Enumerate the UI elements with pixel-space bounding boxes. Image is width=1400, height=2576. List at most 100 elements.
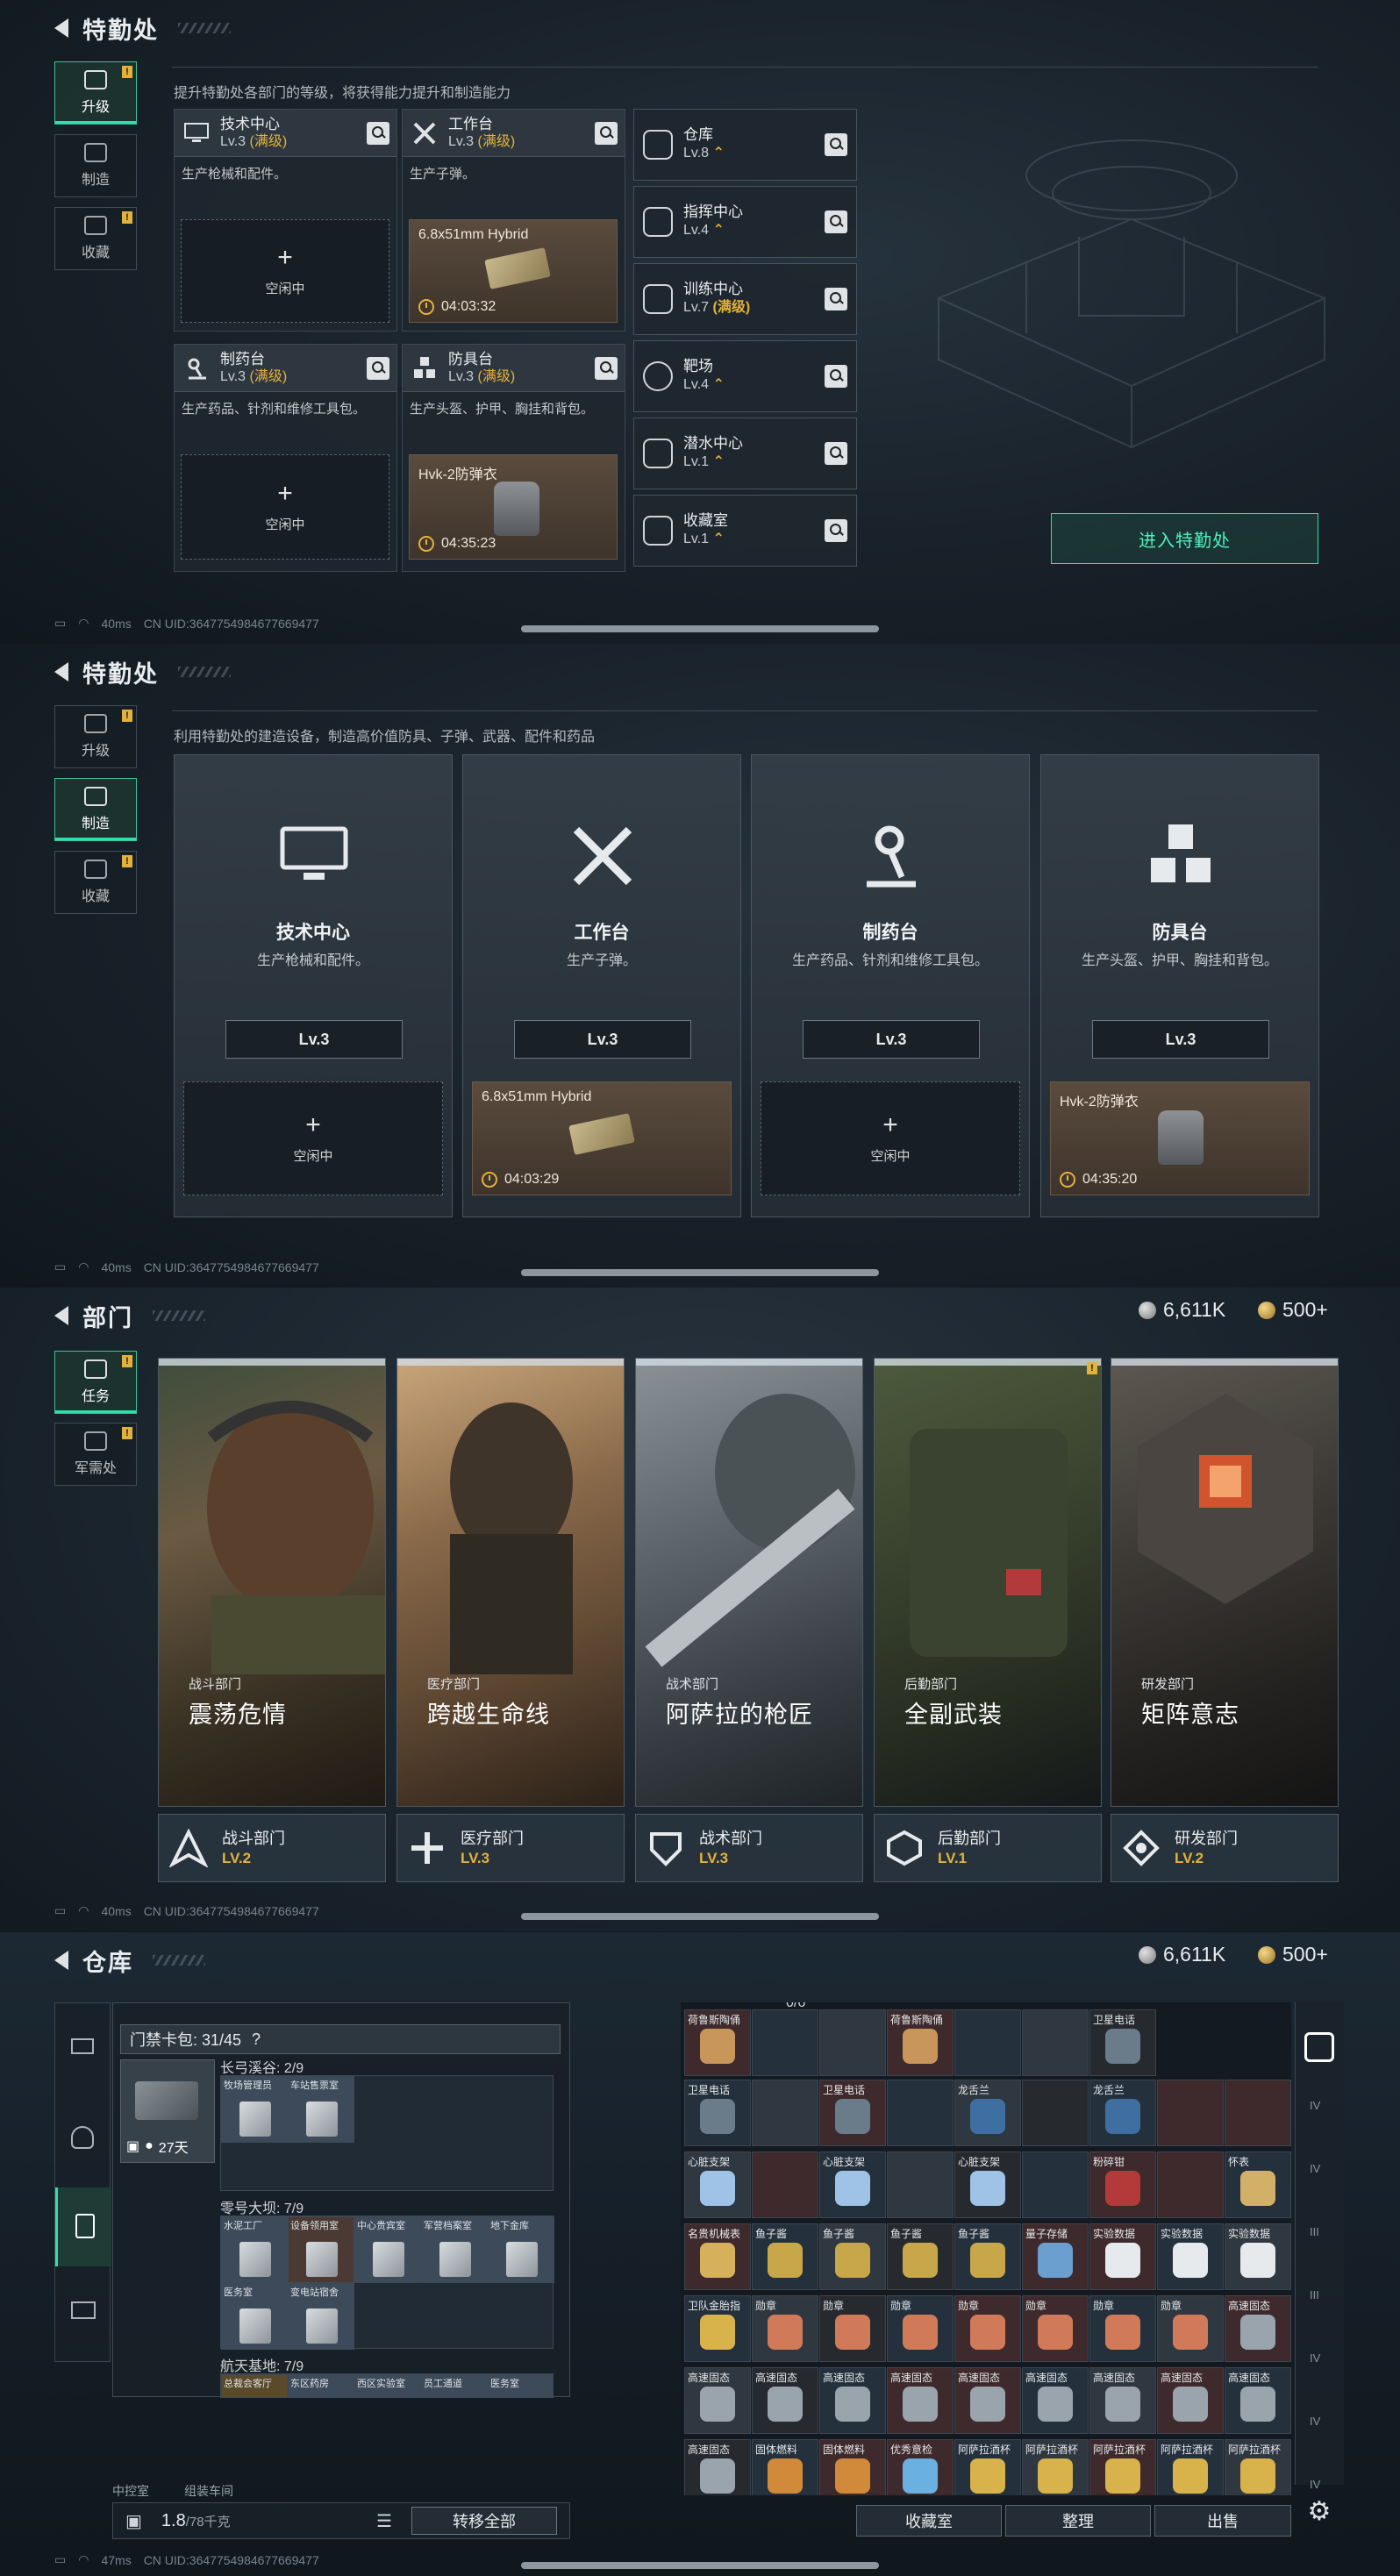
grid-item[interactable]: 鱼子酱 bbox=[954, 2223, 1021, 2290]
grid-item[interactable]: 固体燃料 bbox=[752, 2439, 818, 2495]
room-card-warehouse[interactable]: 仓库 Lv.8 ⌃ bbox=[633, 109, 857, 181]
grid-item[interactable]: 鱼子酱 bbox=[819, 2223, 886, 2290]
room-card-diving[interactable]: 潜水中心 Lv.1 ⌃ bbox=[633, 417, 857, 489]
grid-item[interactable]: 勋章 bbox=[1022, 2295, 1089, 2362]
idle-slot[interactable]: + 空闲中 bbox=[181, 454, 389, 560]
production-slot[interactable]: 6.8x51mm Hybrid 04:03:29 bbox=[472, 1081, 732, 1195]
keycard-slot[interactable]: 地下金库 bbox=[488, 2216, 554, 2283]
search-icon[interactable] bbox=[825, 211, 847, 233]
grid-item[interactable]: 实验数据 bbox=[1157, 2223, 1224, 2290]
grid-item[interactable]: 高速固态 bbox=[954, 2367, 1021, 2434]
help-icon[interactable]: ? bbox=[252, 2030, 261, 2049]
dept-footer-combat[interactable]: 战斗部门 LV.2 bbox=[158, 1814, 386, 1882]
keycard-slot[interactable]: 军营档案室 bbox=[421, 2216, 488, 2283]
grid-item[interactable]: 卫星电话 bbox=[819, 2080, 886, 2146]
grid-item[interactable]: 龙舌兰 bbox=[954, 2080, 1021, 2146]
grid-item[interactable]: 勋章 bbox=[887, 2295, 954, 2362]
production-slot[interactable]: Hvk-2防弹衣 04:35:20 bbox=[1050, 1081, 1310, 1195]
grid-item[interactable]: 荷鲁斯陶俑 bbox=[887, 2009, 954, 2076]
tab-upgrade[interactable]: 升级! bbox=[54, 61, 137, 125]
grid-item[interactable]: 龙舌兰 bbox=[1089, 2080, 1156, 2146]
dept-card-medical[interactable]: 医疗部门 跨越生命线 bbox=[396, 1358, 625, 1807]
grid-item[interactable]: 鱼子酱 bbox=[887, 2223, 954, 2290]
craft-card-pharmacy[interactable]: 制药台 生产药品、针剂和维修工具包。 Lv.3 + 空闲中 bbox=[751, 754, 1030, 1217]
grid-item[interactable]: 高速固态 bbox=[1157, 2367, 1224, 2434]
grid-item[interactable]: 高速固态 bbox=[819, 2367, 886, 2434]
dept-footer-tactical[interactable]: 战术部门 LV.3 bbox=[635, 1814, 863, 1882]
currency-gold[interactable]: 500+ bbox=[1258, 1943, 1328, 1966]
grid-item[interactable]: 阿萨拉酒杯 bbox=[1225, 2439, 1291, 2495]
idle-slot[interactable]: + 空闲中 bbox=[761, 1081, 1020, 1195]
grid-item[interactable]: 粉碎钳 bbox=[1089, 2151, 1156, 2218]
room-card-range[interactable]: 靶场 Lv.4 ⌃ bbox=[633, 340, 857, 412]
grid-item[interactable] bbox=[954, 2009, 1021, 2076]
grid-item[interactable] bbox=[1157, 2151, 1224, 2218]
craft-card-tech[interactable]: 技术中心 生产枪械和配件。 Lv.3 + 空闲中 bbox=[174, 754, 453, 1217]
grid-item[interactable]: 量子存储 bbox=[1022, 2223, 1089, 2290]
case-category-icon[interactable] bbox=[71, 2301, 96, 2319]
keycard-slot[interactable]: 变电站宿舍 bbox=[288, 2283, 354, 2350]
keycard-slot[interactable]: 牧场管理员 bbox=[221, 2076, 288, 2143]
tab-quartermaster[interactable]: 军需处! bbox=[54, 1423, 137, 1486]
grid-item[interactable] bbox=[819, 2009, 886, 2076]
craft-card-armor[interactable]: 防具台 生产头盔、护甲、胸挂和背包。 Lv.3 Hvk-2防弹衣 04:35:2… bbox=[1040, 754, 1319, 1217]
idle-slot[interactable]: + 空闲中 bbox=[181, 219, 389, 323]
tab-upgrade[interactable]: 升级! bbox=[54, 705, 137, 768]
back-icon[interactable] bbox=[54, 18, 68, 38]
grid-item[interactable]: 卫队金胎指 bbox=[684, 2295, 751, 2362]
dept-card-tactical[interactable]: 战术部门 阿萨拉的枪匠 bbox=[635, 1358, 863, 1807]
gear-icon[interactable]: ⚙ bbox=[1304, 2496, 1335, 2528]
list-icon[interactable]: ☰ bbox=[376, 2510, 392, 2532]
room-card-training[interactable]: 训练中心 Lv.7 (满级) bbox=[633, 263, 857, 335]
grid-item[interactable]: 优秀意检 bbox=[887, 2439, 954, 2495]
search-icon[interactable] bbox=[367, 357, 389, 380]
organize-button[interactable]: 整理 bbox=[1005, 2505, 1151, 2537]
lock-icon[interactable]: ▣ bbox=[125, 2510, 142, 2532]
dept-footer-medical[interactable]: 医疗部门 LV.3 bbox=[396, 1814, 625, 1882]
grid-item[interactable]: 卫星电话 bbox=[684, 2080, 751, 2146]
room-card-command[interactable]: 指挥中心 Lv.4 ⌃ bbox=[633, 186, 857, 258]
grid-item[interactable]: 高速固态 bbox=[1225, 2295, 1291, 2362]
sell-button[interactable]: 出售 bbox=[1154, 2505, 1291, 2537]
idle-slot[interactable]: + 空闲中 bbox=[183, 1081, 443, 1195]
tab-craft[interactable]: 制造 bbox=[54, 134, 137, 197]
search-icon[interactable] bbox=[825, 133, 847, 156]
search-icon[interactable] bbox=[825, 442, 847, 465]
grid-item[interactable]: 高速固态 bbox=[684, 2367, 751, 2434]
keycard-bag-slot[interactable]: ▣ ● 27天 bbox=[120, 2059, 215, 2163]
dept-card-research[interactable]: 研发部门 矩阵意志 bbox=[1111, 1358, 1339, 1807]
collection-room-button[interactable]: 收藏室 bbox=[856, 2505, 1002, 2537]
grid-item[interactable] bbox=[1022, 2151, 1089, 2218]
dept-footer-logistics[interactable]: 后勤部门 LV.1 bbox=[874, 1814, 1102, 1882]
home-indicator[interactable] bbox=[521, 1269, 879, 1276]
keycard-slot[interactable]: 医务室 bbox=[488, 2374, 553, 2397]
grid-item[interactable]: 固体燃料 bbox=[819, 2439, 886, 2495]
grid-item[interactable]: 荷鲁斯陶俑 bbox=[684, 2009, 751, 2076]
tab-craft[interactable]: 制造 bbox=[54, 778, 137, 841]
grid-item[interactable]: 阿萨拉酒杯 bbox=[1089, 2439, 1156, 2495]
grid-item[interactable]: 勋章 bbox=[752, 2295, 818, 2362]
grid-item[interactable]: 高速固态 bbox=[684, 2439, 751, 2495]
helmet-category-icon[interactable] bbox=[71, 2126, 94, 2149]
search-icon[interactable] bbox=[595, 122, 618, 145]
keycard-slot[interactable]: 员工通道 bbox=[421, 2374, 488, 2397]
keycard-slot[interactable]: 东区药房 bbox=[288, 2374, 354, 2397]
search-icon[interactable] bbox=[825, 365, 847, 388]
grid-item[interactable]: 勋章 bbox=[1157, 2295, 1224, 2362]
currency-gold[interactable]: 500+ bbox=[1258, 1298, 1328, 1322]
grid-item[interactable] bbox=[752, 2080, 818, 2146]
grid-item[interactable]: 高速固态 bbox=[1022, 2367, 1089, 2434]
keycard-slot[interactable]: 水泥工厂 bbox=[221, 2216, 288, 2283]
grid-item[interactable]: 高速固态 bbox=[1089, 2367, 1156, 2434]
home-indicator[interactable] bbox=[521, 2562, 879, 2569]
tab-collection[interactable]: 收藏! bbox=[54, 207, 137, 270]
grid-item[interactable]: 阿萨拉酒杯 bbox=[954, 2439, 1021, 2495]
grid-item[interactable]: 实验数据 bbox=[1225, 2223, 1291, 2290]
home-indicator[interactable] bbox=[521, 1913, 879, 1920]
grid-item[interactable]: 勋章 bbox=[954, 2295, 1021, 2362]
grid-item[interactable] bbox=[752, 2009, 818, 2076]
keycard-slot[interactable]: 设备领用室 bbox=[288, 2216, 354, 2283]
tab-collection[interactable]: 收藏! bbox=[54, 851, 137, 914]
grid-item[interactable]: 勋章 bbox=[1089, 2295, 1156, 2362]
keycard-category-tab[interactable] bbox=[55, 2187, 111, 2266]
